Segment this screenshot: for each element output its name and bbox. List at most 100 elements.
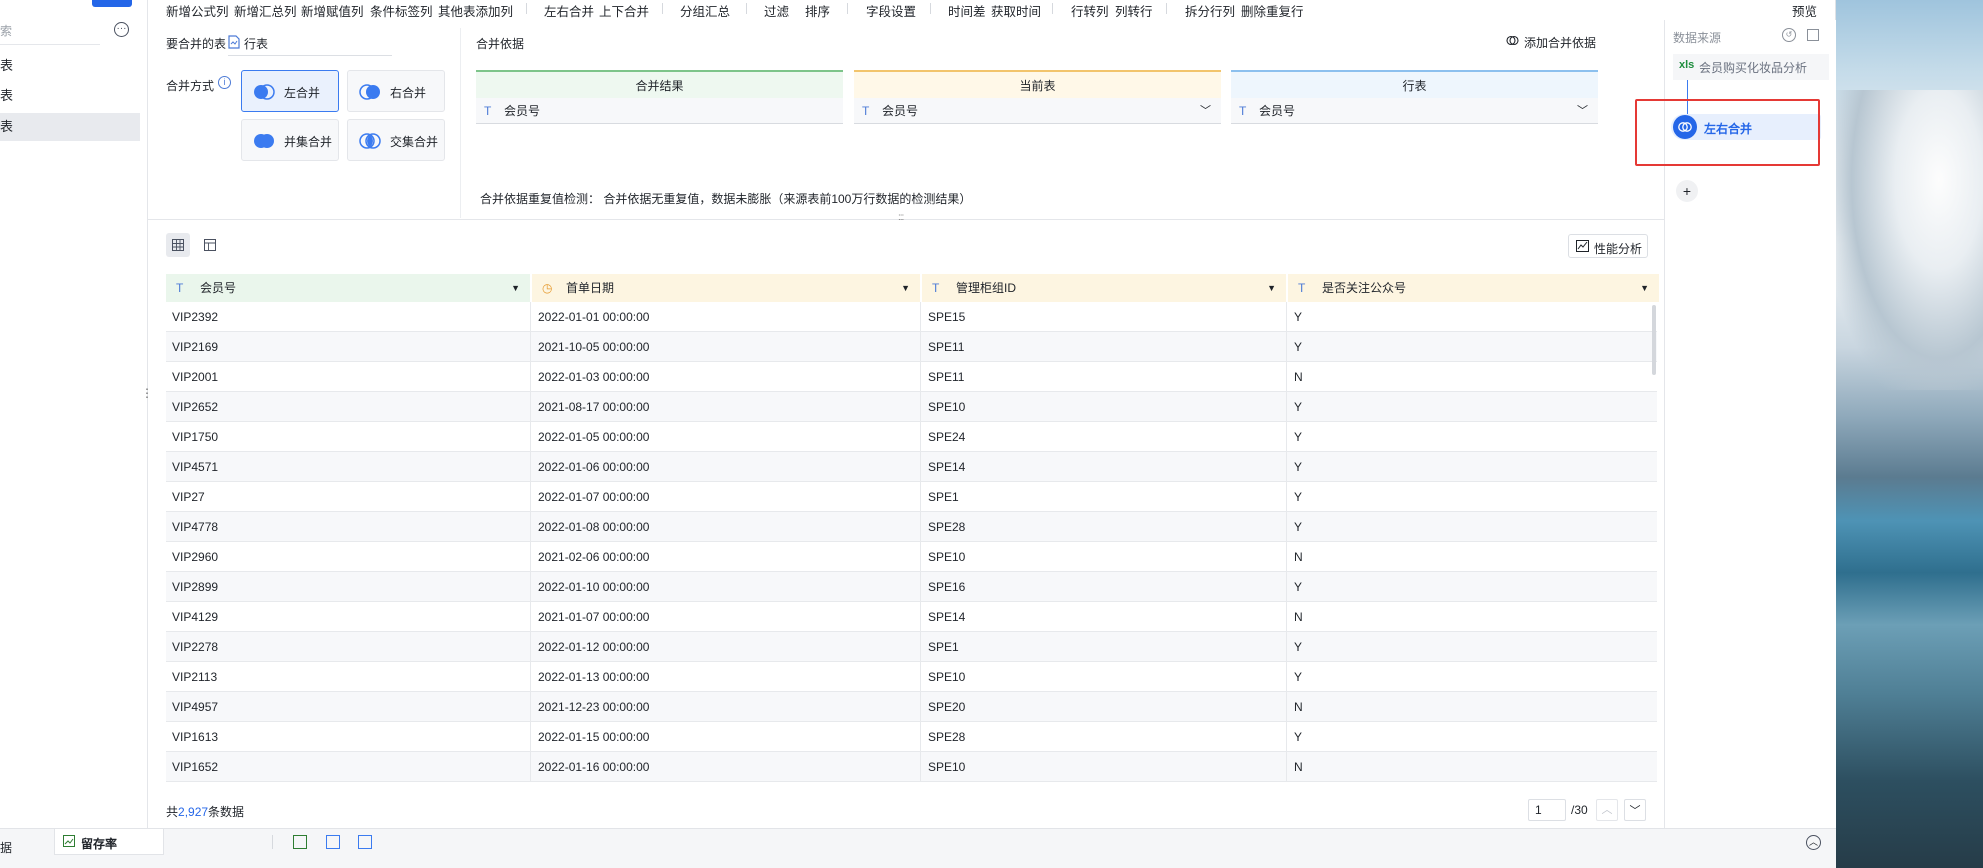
toolbar-item[interactable]: 字段设置 — [866, 1, 916, 20]
table-cell[interactable]: SPE11 — [922, 332, 1287, 362]
toolbar-item[interactable]: 行转列 — [1071, 1, 1109, 20]
table-cell[interactable]: SPE11 — [922, 362, 1287, 392]
table-cell[interactable]: VIP4778 — [166, 512, 531, 542]
add-table-icon[interactable] — [326, 835, 340, 849]
table-cell[interactable]: VIP4129 — [166, 602, 531, 632]
table-cell[interactable]: VIP2278 — [166, 632, 531, 662]
table-cell[interactable]: SPE10 — [922, 662, 1287, 692]
table-cell[interactable]: VIP4571 — [166, 452, 531, 482]
table-row[interactable]: VIP27 2022-01-07 00:00:00 SPE1 Y — [166, 482, 1657, 512]
toolbar-item[interactable]: 获取时间 — [991, 1, 1041, 20]
table-cell[interactable]: VIP4957 — [166, 692, 531, 722]
table-cell[interactable]: VIP1652 — [166, 752, 531, 782]
chevron-down-icon[interactable]: ﹀ — [1200, 98, 1211, 124]
merge-option-right[interactable]: 右合并 — [347, 70, 445, 112]
table-cell[interactable]: 2022-01-16 00:00:00 — [532, 752, 921, 782]
performance-analysis-button[interactable]: 性能分析 — [1568, 234, 1648, 258]
toolbar-item[interactable]: 过滤 — [764, 1, 789, 20]
column-menu-icon[interactable]: ▼ — [901, 274, 910, 302]
table-cell[interactable]: SPE24 — [922, 422, 1287, 452]
page-input[interactable]: 1 — [1528, 799, 1566, 821]
table-cell[interactable]: 2021-01-07 00:00:00 — [532, 602, 921, 632]
table-cell[interactable]: 2022-01-01 00:00:00 — [532, 302, 921, 332]
toolbar-item[interactable]: 条件标签列 — [370, 1, 433, 20]
table-cell[interactable]: 2022-01-07 00:00:00 — [532, 482, 921, 512]
column-menu-icon[interactable]: ▼ — [511, 274, 520, 302]
tab-retention[interactable]: 留存率 — [54, 829, 164, 855]
table-cell[interactable]: VIP2169 — [166, 332, 531, 362]
grid-view-button[interactable] — [166, 233, 190, 257]
merge-basis-field-select[interactable]: T 会员号 ﹀ — [1231, 98, 1598, 124]
column-menu-icon[interactable]: ▼ — [1267, 274, 1276, 302]
table-row[interactable]: VIP2113 2022-01-13 00:00:00 SPE10 Y — [166, 662, 1657, 692]
toolbar-item[interactable]: 删除重复行 — [1241, 1, 1304, 20]
toolbar-item[interactable]: 分组汇总 — [680, 1, 730, 20]
toolbar-item[interactable]: 左右合并 — [544, 1, 594, 20]
merge-option-union[interactable]: 并集合并 — [241, 119, 339, 161]
add-report-icon[interactable] — [358, 835, 372, 849]
table-cell[interactable]: SPE10 — [922, 542, 1287, 572]
sidebar-item[interactable]: 表 — [0, 52, 140, 80]
table-cell[interactable]: 2021-10-05 00:00:00 — [532, 332, 921, 362]
table-cell[interactable]: 2021-12-23 00:00:00 — [532, 692, 921, 722]
table-cell[interactable]: Y — [1288, 662, 1657, 692]
merge-basis-field-select[interactable]: T 会员号 — [476, 98, 843, 124]
table-cell[interactable]: SPE20 — [922, 692, 1287, 722]
table-cell[interactable]: 2022-01-08 00:00:00 — [532, 512, 921, 542]
table-cell[interactable]: 2021-08-17 00:00:00 — [532, 392, 921, 422]
add-sheet-icon[interactable] — [293, 835, 307, 849]
toolbar-item[interactable]: 列转行 — [1115, 1, 1153, 20]
table-row[interactable]: VIP4129 2021-01-07 00:00:00 SPE14 N — [166, 602, 1657, 632]
table-cell[interactable]: Y — [1288, 572, 1657, 602]
sidebar-search-input[interactable]: 索 — [0, 22, 12, 39]
column-header[interactable]: ◷ 首单日期 ▼ — [532, 274, 921, 302]
column-header[interactable]: T 会员号 ▼ — [166, 274, 531, 302]
merge-option-intersect[interactable]: 交集合并 — [347, 119, 445, 161]
toolbar-item[interactable]: 拆分行列 — [1185, 1, 1235, 20]
table-cell[interactable]: 2022-01-10 00:00:00 — [532, 572, 921, 602]
table-cell[interactable]: SPE16 — [922, 572, 1287, 602]
merge-option-left[interactable]: 左合并 — [241, 70, 339, 112]
table-cell[interactable]: Y — [1288, 332, 1657, 362]
table-row[interactable]: VIP4571 2022-01-06 00:00:00 SPE14 Y — [166, 452, 1657, 482]
table-cell[interactable]: Y — [1288, 452, 1657, 482]
table-cell[interactable]: Y — [1288, 512, 1657, 542]
table-cell[interactable]: Y — [1288, 302, 1657, 332]
toolbar-item[interactable]: 时间差 — [948, 1, 986, 20]
table-cell[interactable]: N — [1288, 362, 1657, 392]
table-cell[interactable]: N — [1288, 542, 1657, 572]
table-scrollbar[interactable] — [1652, 305, 1656, 375]
table-cell[interactable]: VIP2001 — [166, 362, 531, 392]
preview-button[interactable]: 预览 — [1792, 1, 1817, 20]
primary-button-edge[interactable] — [92, 0, 132, 7]
table-cell[interactable]: SPE10 — [922, 752, 1287, 782]
table-to-merge-select[interactable]: 行表 — [228, 28, 392, 56]
prev-page-icon[interactable]: ︿ — [1596, 799, 1618, 821]
table-cell[interactable]: Y — [1288, 482, 1657, 512]
table-cell[interactable]: VIP2652 — [166, 392, 531, 422]
table-cell[interactable]: SPE14 — [922, 452, 1287, 482]
table-cell[interactable]: VIP27 — [166, 482, 531, 512]
toolbar-item[interactable]: 新增公式列 — [166, 1, 229, 20]
table-row[interactable]: VIP2899 2022-01-10 00:00:00 SPE16 Y — [166, 572, 1657, 602]
table-cell[interactable]: 2022-01-05 00:00:00 — [532, 422, 921, 452]
table-row[interactable]: VIP2278 2022-01-12 00:00:00 SPE1 Y — [166, 632, 1657, 662]
table-row[interactable]: VIP2652 2021-08-17 00:00:00 SPE10 Y — [166, 392, 1657, 422]
next-page-icon[interactable]: ﹀ — [1624, 799, 1646, 821]
table-row[interactable]: VIP1652 2022-01-16 00:00:00 SPE10 N — [166, 752, 1657, 782]
table-cell[interactable]: N — [1288, 692, 1657, 722]
table-cell[interactable]: SPE1 — [922, 482, 1287, 512]
table-cell[interactable]: VIP2960 — [166, 542, 531, 572]
panel-resize-handle-icon[interactable]: ::: — [898, 212, 904, 223]
tab-data[interactable]: 据 — [0, 839, 12, 856]
table-cell[interactable]: VIP1750 — [166, 422, 531, 452]
toolbar-item[interactable]: 其他表添加列 — [438, 1, 513, 20]
table-cell[interactable]: VIP2392 — [166, 302, 531, 332]
add-step-icon[interactable]: + — [1676, 180, 1698, 202]
table-cell[interactable]: 2022-01-03 00:00:00 — [532, 362, 921, 392]
sidebar-item[interactable]: 表 — [0, 82, 140, 110]
table-cell[interactable]: Y — [1288, 392, 1657, 422]
table-row[interactable]: VIP2960 2021-02-06 00:00:00 SPE10 N — [166, 542, 1657, 572]
table-cell[interactable]: SPE28 — [922, 722, 1287, 752]
table-cell[interactable]: SPE14 — [922, 602, 1287, 632]
